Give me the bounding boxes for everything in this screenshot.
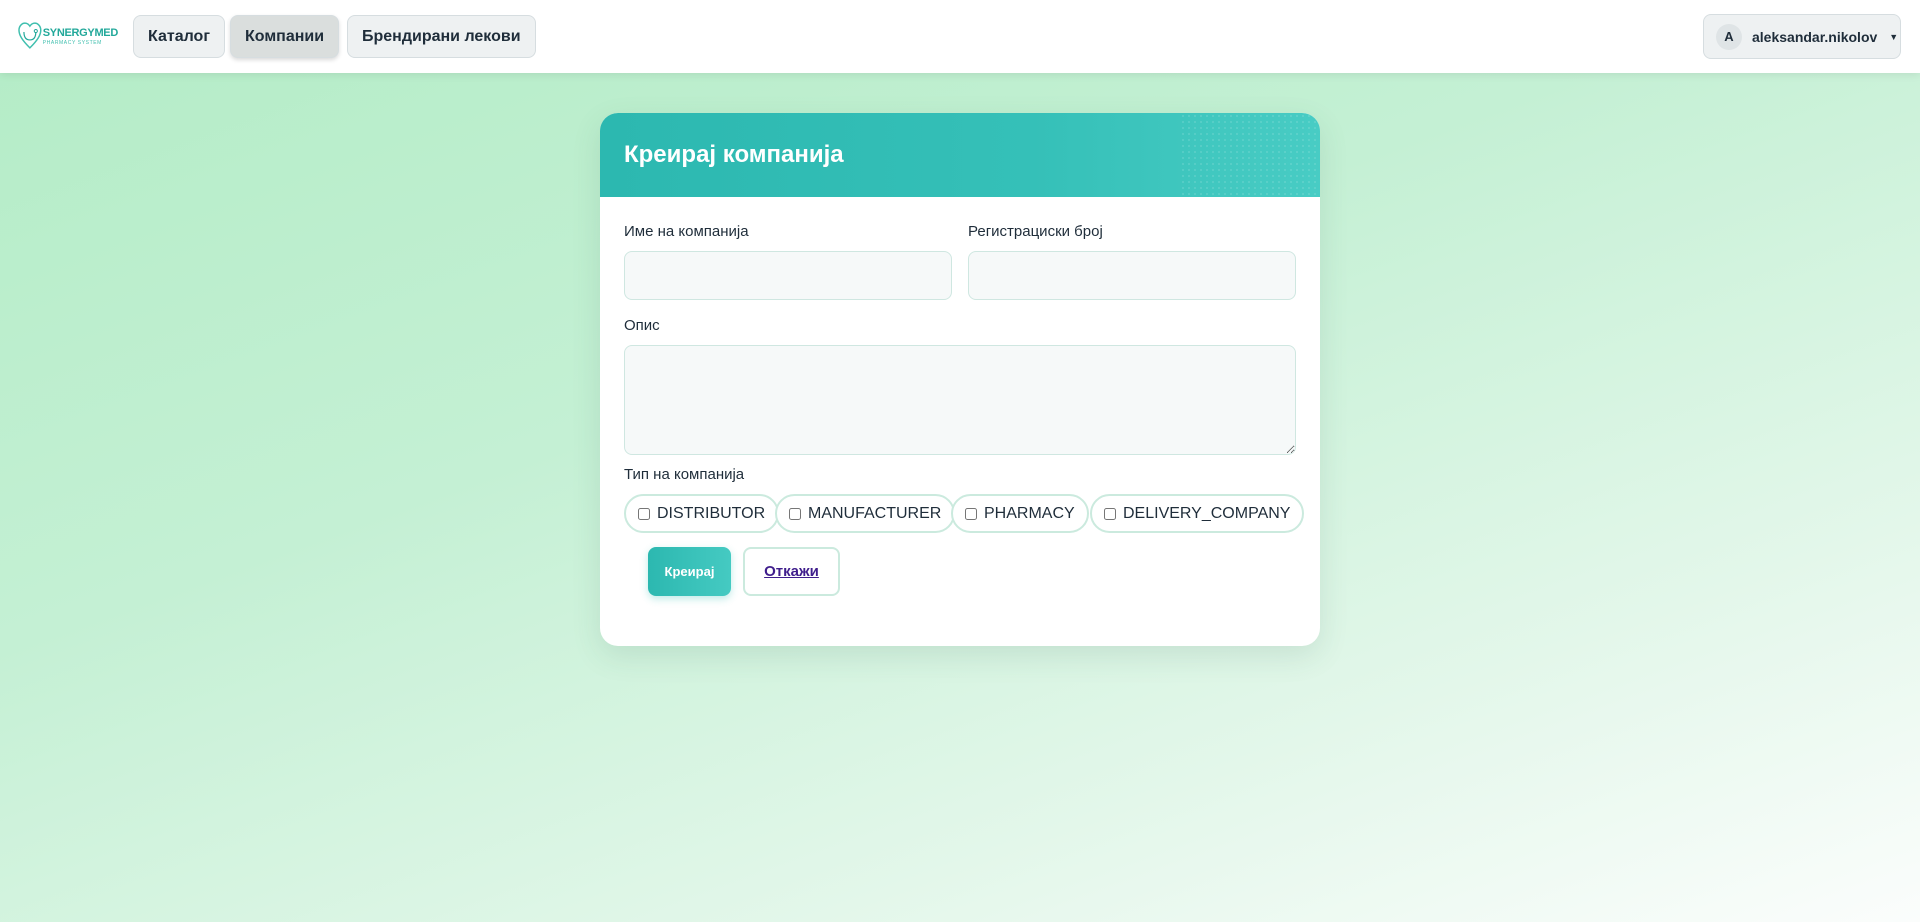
cancel-button[interactable]: Откажи xyxy=(743,547,840,596)
type-chip-manufacturer[interactable]: MANUFACTURER xyxy=(775,494,956,533)
caret-down-icon: ▼ xyxy=(1889,31,1899,42)
brand-logo[interactable]: SYNERGYMED PHARMACY SYSTEM xyxy=(18,17,118,55)
company-type-label: Тип на компанија xyxy=(624,466,745,483)
user-menu-button[interactable]: A aleksandar.nikolov ▼ xyxy=(1703,14,1901,59)
brand-tagline: PHARMACY SYSTEM xyxy=(42,39,102,46)
description-textarea[interactable] xyxy=(624,345,1296,455)
chip-label: DISTRIBUTOR xyxy=(657,504,766,522)
chip-label: MANUFACTURER xyxy=(808,504,942,522)
type-chip-delivery-company[interactable]: DELIVERY_COMPANY xyxy=(1090,494,1305,533)
delivery-company-checkbox[interactable] xyxy=(1104,507,1116,520)
brand-name: SYNERGYMED xyxy=(42,26,119,39)
registration-number-input[interactable] xyxy=(968,251,1296,300)
type-chip-pharmacy[interactable]: PHARMACY xyxy=(951,494,1089,533)
create-button[interactable]: Креирај xyxy=(648,547,731,596)
top-navbar: SYNERGYMED PHARMACY SYSTEM Каталог Компа… xyxy=(0,0,1920,73)
nav-branded-drugs-button[interactable]: Брендирани лекови xyxy=(347,15,536,58)
type-chip-distributor[interactable]: DISTRIBUTOR xyxy=(624,494,780,533)
create-company-card: Креирај компанија Име на компанија Регис… xyxy=(600,113,1320,646)
nav-catalog-button[interactable]: Каталог xyxy=(133,15,225,58)
pharmacy-checkbox[interactable] xyxy=(965,507,977,520)
description-label: Опис xyxy=(624,317,660,334)
company-name-label: Име на компанија xyxy=(624,223,749,240)
avatar: A xyxy=(1716,23,1742,50)
manufacturer-checkbox[interactable] xyxy=(789,507,801,520)
distributor-checkbox[interactable] xyxy=(638,507,650,520)
username: aleksandar.nikolov xyxy=(1752,28,1878,45)
page-title: Креирај компанија xyxy=(624,141,844,168)
registration-number-label: Регистрациски број xyxy=(968,223,1103,240)
nav-companies-button[interactable]: Компании xyxy=(230,15,340,58)
chip-label: DELIVERY_COMPANY xyxy=(1123,504,1291,522)
company-name-input[interactable] xyxy=(624,251,952,300)
chip-label: PHARMACY xyxy=(984,504,1075,522)
card-header: Креирај компанија xyxy=(600,113,1320,197)
heart-stethoscope-icon xyxy=(18,22,42,49)
